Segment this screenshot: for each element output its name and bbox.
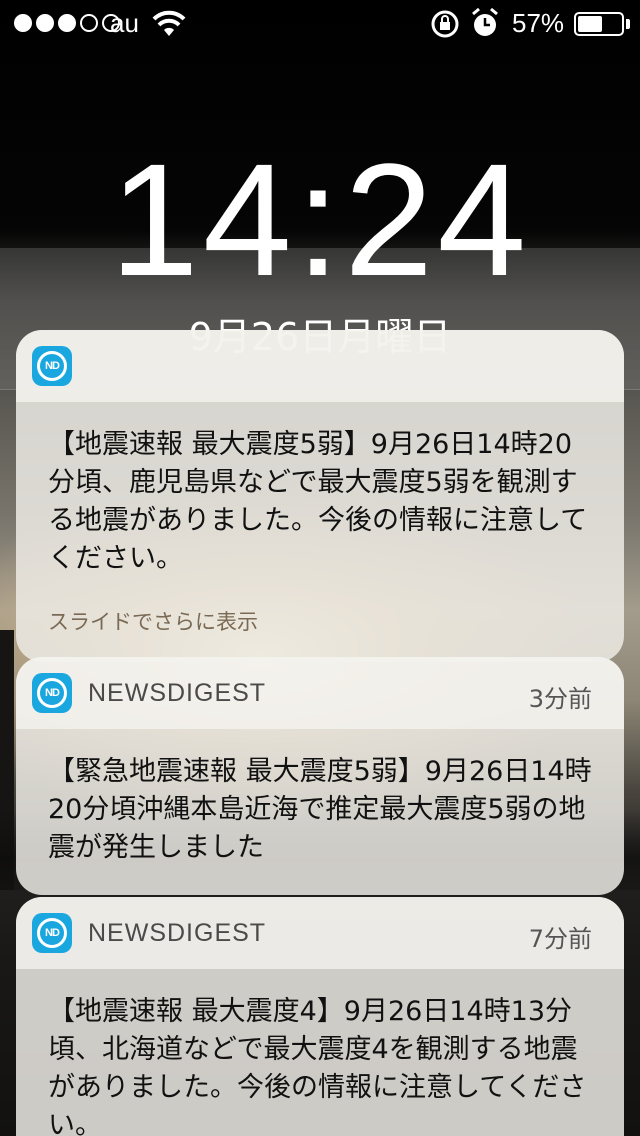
notification-body: 【地震速報 最大震度4】9月26日14時13分頃、北海道などで最大震度4を観測す… — [48, 996, 587, 1136]
notification-header: ND NEWSDIGEST 7分前 — [16, 897, 624, 969]
date-band-overlay — [0, 248, 640, 390]
notification-app-name: NEWSDIGEST — [88, 679, 267, 707]
notification-app-name: NEWSDIGEST — [88, 919, 267, 947]
notification-card[interactable]: ND NEWSDIGEST 3分前 【緊急地震速報 最大震度5弱】9月26日14… — [16, 657, 624, 895]
wifi-icon — [152, 10, 186, 36]
newsdigest-icon: ND — [32, 913, 72, 953]
notification-body: 【地震速報 最大震度5弱】9月26日14時20分頃、鹿児島県などで最大震度5弱を… — [48, 429, 588, 574]
notification-card[interactable]: ND NEWSDIGEST 7分前 【地震速報 最大震度4】9月26日14時13… — [16, 897, 624, 1136]
battery-level — [578, 16, 602, 32]
battery-icon — [574, 12, 624, 36]
status-bar: au 57% — [0, 0, 640, 48]
signal-dot — [58, 14, 76, 32]
battery-percentage: 57% — [512, 8, 565, 38]
notification-time: 7分前 — [528, 925, 592, 953]
signal-dot — [14, 14, 32, 32]
alarm-icon — [472, 7, 498, 36]
signal-dot — [36, 14, 54, 32]
notification-body: 【緊急地震速報 最大震度5弱】9月26日14時20分頃沖縄本島近海で推定最大震度… — [48, 756, 592, 863]
notification-header: ND NEWSDIGEST 3分前 — [16, 657, 624, 729]
rotation-lock-icon — [431, 10, 459, 38]
newsdigest-icon: ND — [32, 673, 72, 713]
carrier-name: au — [110, 8, 139, 38]
signal-dot — [80, 14, 98, 32]
signal-strength-icon — [14, 14, 120, 32]
notification-slide-hint: スライドでさらに表示 — [48, 610, 258, 634]
battery-tip — [626, 19, 630, 29]
notification-time: 3分前 — [528, 685, 592, 713]
